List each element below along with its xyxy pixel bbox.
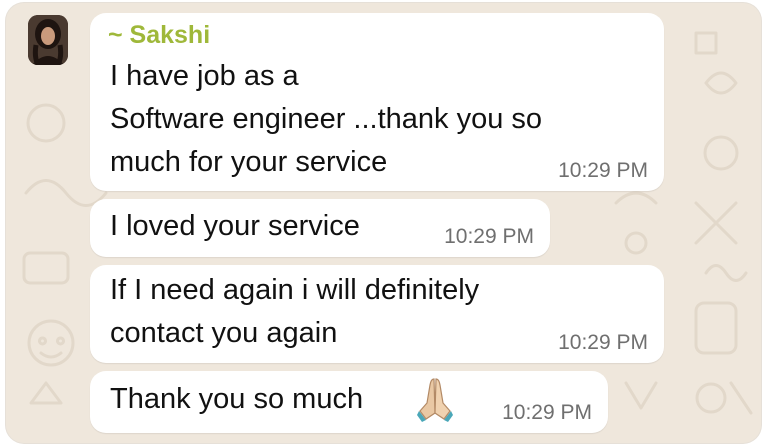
message-bubble[interactable]: ~ Sakshi I have job as a Software engine… <box>90 13 664 191</box>
message-line: If I need again i will definitely <box>110 274 480 306</box>
message-line: Software engineer ...thank you so <box>110 103 543 135</box>
message-line: I have job as a <box>110 60 299 92</box>
profile-photo-icon <box>28 15 68 65</box>
message-line: contact you again <box>110 317 338 349</box>
folded-hands-emoji-icon <box>417 378 453 422</box>
message-timestamp: 10:29 PM <box>558 159 648 182</box>
message-bubble[interactable]: If I need again i will definitely contac… <box>90 265 664 363</box>
message-timestamp: 10:29 PM <box>558 331 648 354</box>
message-bubble[interactable]: Thank you so much 10:29 PM <box>90 371 608 433</box>
message-text: I have job as a Software engineer ...tha… <box>110 55 542 184</box>
message-line: much for your service <box>110 146 388 178</box>
message-text: If I need again i will definitely contac… <box>110 269 479 355</box>
message-timestamp: 10:29 PM <box>444 225 534 248</box>
message-line: Thank you so much <box>110 383 364 415</box>
message-timestamp: 10:29 PM <box>502 401 592 424</box>
avatar[interactable] <box>28 15 68 65</box>
message-text: I loved your service <box>110 205 360 248</box>
message-bubble[interactable]: I loved your service 10:29 PM <box>90 199 550 257</box>
message-line: I loved your service <box>110 210 360 242</box>
message-text: Thank you so much <box>110 378 363 421</box>
sender-name[interactable]: ~ Sakshi <box>108 21 210 50</box>
chat-window: ~ Sakshi I have job as a Software engine… <box>6 3 761 443</box>
